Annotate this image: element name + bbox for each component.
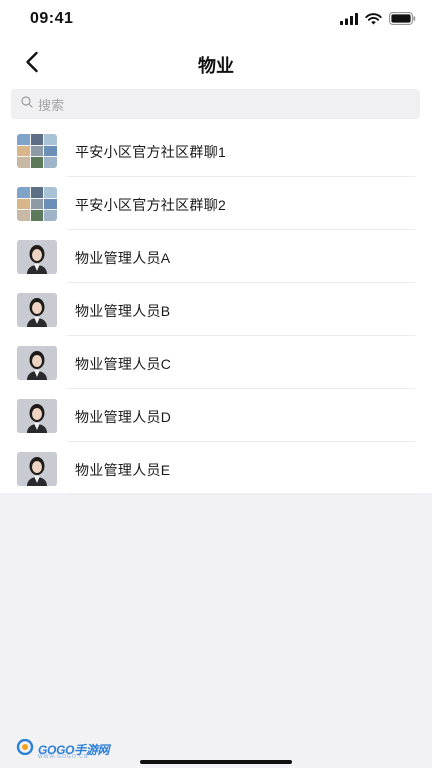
status-bar: 09:41: [0, 0, 432, 44]
screen: 09:41 物业 搜索 平安小区官方社区群聊1 平安小区官方社区群聊2 物业管理…: [0, 0, 432, 768]
search-placeholder: 搜索: [38, 97, 65, 113]
watermark-logo: GOGO手游网 WWW.GOGO.CN: [16, 738, 110, 760]
wifi-icon: [365, 12, 382, 30]
list-item-group-chat-1[interactable]: 平安小区官方社区群聊1: [0, 124, 432, 177]
divider: [67, 494, 415, 495]
person-avatar: [17, 240, 57, 274]
list-item-label: 物业管理人员E: [75, 462, 171, 478]
person-avatar: [17, 452, 57, 486]
person-avatar: [17, 293, 57, 327]
home-indicator: [140, 760, 292, 764]
content-area: 09:41 物业 搜索 平安小区官方社区群聊1 平安小区官方社区群聊2 物业管理…: [0, 0, 432, 495]
list-item-staff-e[interactable]: 物业管理人员E: [0, 442, 432, 495]
list-item-group-chat-2[interactable]: 平安小区官方社区群聊2: [0, 177, 432, 230]
list-item-label: 平安小区官方社区群聊1: [75, 144, 227, 160]
search-input[interactable]: 搜索: [11, 89, 420, 119]
navigation-bar: 物业: [0, 40, 432, 86]
list-item-label: 平安小区官方社区群聊2: [75, 197, 227, 213]
list-item-staff-b[interactable]: 物业管理人员B: [0, 283, 432, 336]
status-icons: [340, 12, 416, 30]
group-avatar: [17, 134, 57, 168]
list-item-label: 物业管理人员B: [75, 303, 171, 319]
battery-icon: [389, 12, 416, 30]
group-avatar: [17, 187, 57, 221]
contact-list: 平安小区官方社区群聊1 平安小区官方社区群聊2 物业管理人员A 物业管理人员B …: [0, 124, 432, 495]
list-item-label: 物业管理人员A: [75, 250, 171, 266]
gogo-logo-icon: [16, 738, 36, 760]
list-item-label: 物业管理人员D: [75, 409, 172, 425]
status-time: 09:41: [30, 10, 74, 27]
list-item-staff-a[interactable]: 物业管理人员A: [0, 230, 432, 283]
page-title: 物业: [198, 56, 234, 76]
signal-icon: [340, 12, 358, 30]
watermark-site: WWW.GOGO.CN: [38, 754, 89, 760]
list-item-staff-c[interactable]: 物业管理人员C: [0, 336, 432, 389]
list-item-staff-d[interactable]: 物业管理人员D: [0, 389, 432, 442]
person-avatar: [17, 346, 57, 380]
list-item-label: 物业管理人员C: [75, 356, 172, 372]
person-avatar: [17, 399, 57, 433]
search-icon: [21, 95, 33, 113]
